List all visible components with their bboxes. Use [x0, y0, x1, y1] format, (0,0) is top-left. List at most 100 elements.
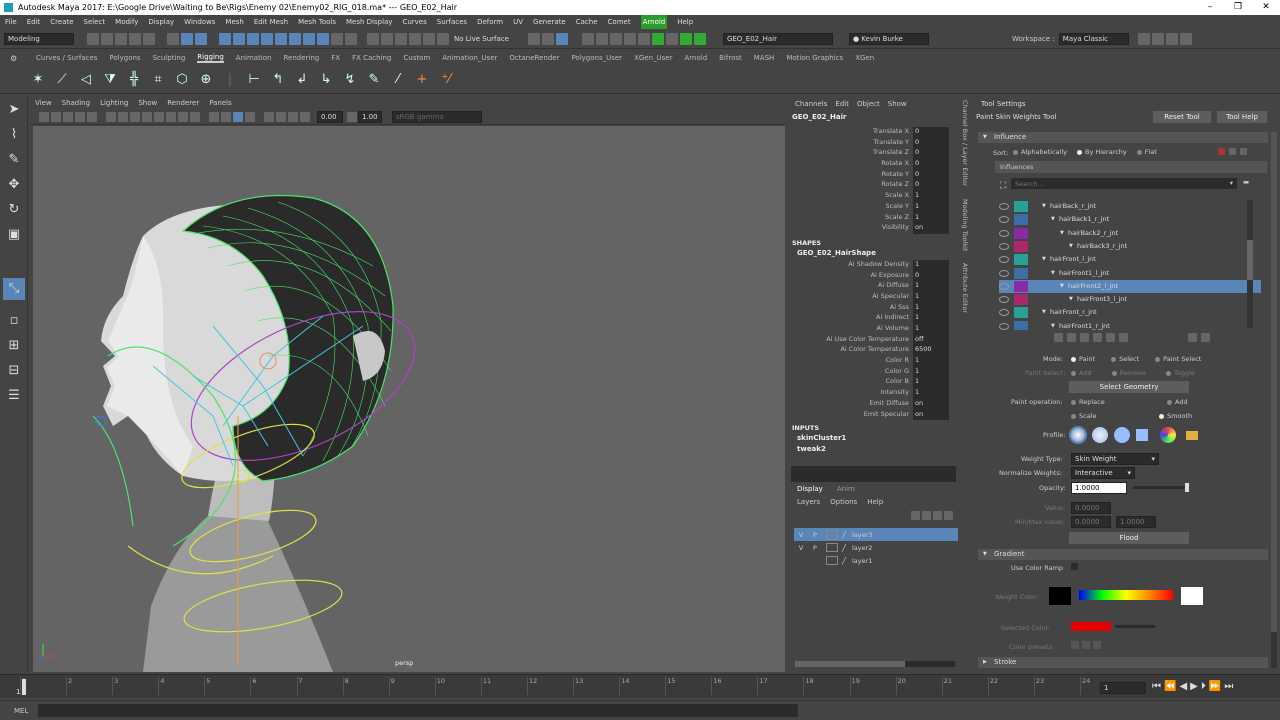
attribute-name[interactable]: Emit Specular: [787, 410, 913, 421]
scrollbar-thumb[interactable]: [1247, 240, 1253, 280]
radio-icon[interactable]: [1159, 413, 1164, 419]
menu-surfaces[interactable]: Surfaces: [437, 15, 467, 29]
go-to-end-icon[interactable]: ⏭: [1224, 681, 1236, 692]
move-weights-icon[interactable]: [1093, 333, 1103, 342]
shelf-tab-rendering[interactable]: Rendering: [283, 54, 319, 62]
influence-name[interactable]: hairFront1_l_jnt: [1059, 267, 1109, 280]
tool-settings-icon[interactable]: [1165, 32, 1178, 45]
channel-attribute[interactable]: Scale Y1: [787, 201, 960, 213]
channel-attribute[interactable]: Emit Specular on: [787, 409, 960, 421]
influence-color-swatch[interactable]: [1014, 294, 1028, 306]
influence-name[interactable]: hairFront_r_jnt: [1050, 306, 1097, 319]
new-layer-selected-icon[interactable]: [944, 510, 953, 520]
sort-option[interactable]: Flat: [1136, 148, 1157, 156]
mask-icon[interactable]: [233, 32, 245, 45]
menu-edit-mesh[interactable]: Edit Mesh: [254, 15, 288, 29]
channel-attribute[interactable]: Translate Y0: [787, 137, 960, 149]
attribute-name[interactable]: Ai Specular: [787, 292, 913, 303]
gate-icon[interactable]: [264, 112, 274, 122]
rotate-tool-icon[interactable]: ↻: [3, 199, 25, 221]
render-icon[interactable]: [555, 32, 568, 45]
menu-file[interactable]: File: [5, 15, 17, 29]
attribute-name[interactable]: Ai Diffuse: [787, 281, 913, 292]
layer-name[interactable]: layer1: [852, 557, 872, 565]
viewport-menu-shading[interactable]: Shading: [62, 99, 90, 107]
attribute-name[interactable]: Scale Y: [787, 202, 913, 213]
scrollbar-thumb[interactable]: [795, 661, 905, 667]
viewport-menu-panels[interactable]: Panels: [209, 99, 232, 107]
value-field[interactable]: 0.0000: [1071, 502, 1111, 514]
wireframe-icon[interactable]: [106, 112, 116, 122]
influence-row[interactable]: ▼ hairBack_r_jnt: [999, 200, 1261, 213]
influence-section-header[interactable]: Influence: [978, 132, 1268, 143]
shelf-tab-animation-user[interactable]: Animation_User: [442, 54, 497, 62]
attribute-value[interactable]: on: [913, 398, 949, 410]
influence-color-swatch[interactable]: [1014, 320, 1028, 330]
attribute-name[interactable]: Emit Diffuse: [787, 399, 913, 410]
menu-modify[interactable]: Modify: [115, 15, 138, 29]
attribute-editor-icon[interactable]: [1151, 32, 1164, 45]
paint-select-option[interactable]: Add: [1071, 369, 1092, 377]
weight-type-dropdown[interactable]: Skin Weight ▾: [1071, 453, 1159, 465]
channel-attribute[interactable]: Emit Diffuse on: [787, 398, 960, 410]
layer-color-swatch[interactable]: [826, 556, 838, 565]
shelf-tab-curves-surfaces[interactable]: Curves / Surfaces: [36, 54, 97, 62]
maximize-icon[interactable]: ❐: [1224, 0, 1252, 15]
gate-icon[interactable]: [300, 112, 310, 122]
shape-node-name[interactable]: GEO_E02_HairShape: [787, 249, 960, 260]
radio-icon[interactable]: [1111, 356, 1117, 362]
channel-menu-show[interactable]: Show: [888, 100, 907, 108]
attribute-name[interactable]: Visibility: [787, 223, 913, 234]
undo-icon[interactable]: [129, 32, 141, 45]
snap-curve-icon[interactable]: [381, 32, 393, 45]
select-component-icon[interactable]: [195, 32, 207, 45]
attribute-value[interactable]: 1: [913, 201, 949, 213]
lock-icon[interactable]: [331, 32, 343, 45]
influence-name[interactable]: hairBack2_r_jnt: [1068, 227, 1118, 240]
selected-color-swatch[interactable]: [1071, 622, 1111, 631]
tree-icon[interactable]: [1240, 147, 1248, 155]
mode-option[interactable]: Paint Select: [1155, 355, 1201, 363]
chevron-down-icon[interactable]: ▼: [1069, 293, 1073, 306]
attribute-value[interactable]: 1: [913, 302, 949, 314]
lock-icon[interactable]: [999, 256, 1009, 264]
remove-icon[interactable]: [1218, 147, 1225, 155]
attribute-name[interactable]: Rotate Z: [787, 180, 913, 191]
attribute-name[interactable]: Ai Volume: [787, 324, 913, 335]
viewport-menu-show[interactable]: Show: [138, 99, 157, 107]
xray-joints-icon[interactable]: [233, 112, 243, 122]
sort-option[interactable]: By Hierarchy: [1076, 148, 1127, 156]
mask-icon[interactable]: [261, 32, 273, 45]
render-settings-icon[interactable]: [623, 32, 636, 45]
step-back-icon[interactable]: ◀: [1179, 681, 1190, 692]
lock-icon[interactable]: [999, 282, 1009, 290]
point-constraint-icon[interactable]: ⊢: [245, 71, 263, 89]
weight-color-ramp[interactable]: [1079, 590, 1173, 600]
scale-tool-icon[interactable]: ▣: [3, 224, 25, 246]
influence-name[interactable]: hairFront1_r_jnt: [1059, 320, 1110, 330]
viewport-menu-lighting[interactable]: Lighting: [100, 99, 128, 107]
paint-operation-option[interactable]: Scale: [1071, 412, 1097, 420]
influence-color-swatch[interactable]: [1014, 201, 1028, 212]
scale-constraint-icon[interactable]: ↯: [341, 71, 359, 89]
mask-icon[interactable]: [275, 32, 287, 45]
stroke-section-header[interactable]: Stroke: [978, 657, 1268, 668]
influence-row[interactable]: ▼ hairFront2_l_jnt: [999, 279, 1261, 294]
attribute-value[interactable]: 1: [913, 366, 949, 378]
textures-icon[interactable]: [130, 112, 140, 122]
attribute-value[interactable]: 0: [913, 148, 949, 160]
paint-operation-option[interactable]: Add: [1167, 398, 1188, 406]
influence-name[interactable]: hairBack_r_jnt: [1050, 200, 1096, 213]
outliner-icon[interactable]: ☰: [3, 385, 25, 407]
attribute-name[interactable]: Ai Shadow Density: [787, 260, 913, 271]
attribute-value[interactable]: 1: [913, 281, 949, 292]
channel-attribute[interactable]: Rotate Z0: [787, 180, 960, 192]
insert-joint-icon[interactable]: ⧩: [101, 71, 119, 89]
shelf-tab-fx-caching[interactable]: FX Caching: [352, 54, 391, 62]
toggle-hold-icon[interactable]: [1119, 333, 1129, 342]
min-field[interactable]: 0.0000: [1071, 516, 1111, 528]
attribute-name[interactable]: Translate X: [787, 127, 913, 138]
smooth-shade-icon[interactable]: [118, 112, 128, 122]
shelf-tab-mash[interactable]: MASH: [754, 54, 775, 62]
layer-menu-options[interactable]: Options: [830, 498, 857, 506]
